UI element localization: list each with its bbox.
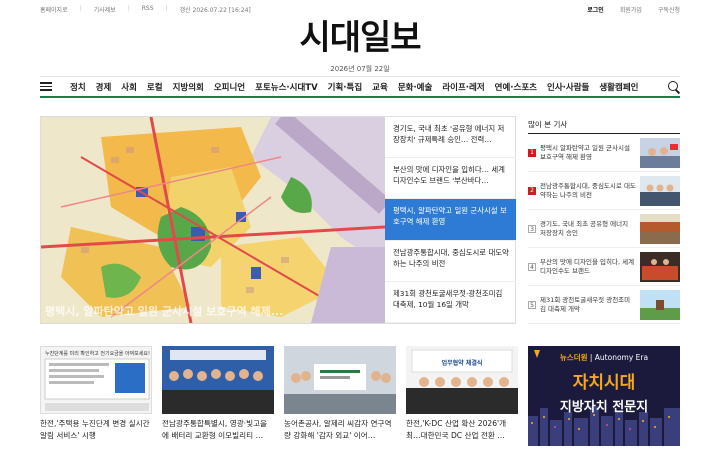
nav-item-entertainment[interactable]: 연예·스포츠 bbox=[495, 81, 537, 93]
utility-links: 홈페이지로 | 기사제보 | RSS | 갱신 2026.07.22 [16:2… bbox=[40, 5, 251, 14]
rank-number: 3 bbox=[528, 224, 536, 233]
headline-item[interactable]: 제31회 광천토굴새우젓·광천조미김 대축제, 10월 16일 개막 bbox=[385, 282, 516, 323]
news-card[interactable]: 농어촌공사, 알제리 씨감자 연구역량 강화해 '감자 외교' 이어… bbox=[284, 346, 396, 442]
nav-item-life[interactable]: 라이프·레저 bbox=[442, 81, 484, 93]
ranked-article-thumbnail bbox=[640, 251, 680, 282]
urban-plan-map bbox=[41, 117, 385, 323]
nav-item-society[interactable]: 사회 bbox=[121, 81, 137, 93]
headline-slider: 평택시, 알파탄약고 일원 군사시설 보호구역 해제... 경기도, 국내 최초… bbox=[40, 116, 516, 324]
nav-item-photo-tv[interactable]: 포토뉴스·시대TV bbox=[255, 81, 318, 93]
ranked-article[interactable]: 2 전남광주통합시대, 중심도시로 대도약하는 나주의 비전 bbox=[528, 172, 680, 210]
rank-number: 5 bbox=[528, 300, 536, 309]
headline-item-active[interactable]: 평택시, 알파탄약고 일원 군사시설 보호구역 해제 환영 bbox=[385, 199, 516, 241]
ranked-article-title: 전남광주통합시대, 중심도시로 대도약하는 나주의 비전 bbox=[540, 181, 636, 199]
news-card-title: 한전,'주택용 누진단계 변경 실시간 알림 서비스' 시행 bbox=[40, 419, 150, 440]
nav-item-people[interactable]: 인사·사람들 bbox=[547, 81, 589, 93]
ranked-article-title: 제31회 광천토굴새우젓 광천조미김 대축제 개막 bbox=[540, 295, 631, 313]
ranked-article-thumbnail bbox=[640, 175, 680, 206]
nav-item-politics[interactable]: 정치 bbox=[70, 81, 86, 93]
main-nav: 정치 경제 사회 로컬 지방의회 오피니언 포토뉴스·시대TV 기획·특집 교육… bbox=[40, 76, 680, 98]
signup-link[interactable]: 회원가입 bbox=[620, 5, 642, 14]
issue-date: 2026년 07월 22일 bbox=[330, 65, 390, 73]
ranked-article[interactable]: 5 제31회 광천토굴새우젓 광천조미김 대축제 개막 bbox=[528, 286, 680, 324]
headline-item[interactable]: 전남광주통합시대, 중심도시로 대도약하는 나주의 비전 bbox=[385, 241, 516, 282]
utility-link-report[interactable]: 기사제보 bbox=[94, 5, 116, 14]
utility-link-rss[interactable]: RSS bbox=[142, 5, 154, 14]
updated-timestamp: 갱신 2026.07.22 [16:24] bbox=[179, 7, 251, 14]
nav-item-opinion[interactable]: 오피니언 bbox=[214, 81, 245, 93]
news-card-thumbnail bbox=[162, 346, 274, 414]
headline-list: 경기도, 국내 최초 '공유형 에너지 저장장치' 규제특례 승인… 전력… 부… bbox=[385, 117, 516, 323]
news-card[interactable]: 누진단계를 미리 확인하고 전기요금을 아껴보세요! 한전,'주택용 누진단계 … bbox=[40, 346, 152, 442]
nav-item-features[interactable]: 기획·특집 bbox=[328, 81, 363, 93]
ranked-article-thumbnail bbox=[640, 137, 680, 168]
banner-headline: 자치시대 bbox=[572, 373, 636, 393]
ranked-article-title: 부산의 맛에 디자인을 입히다, 세계디자인수도 브랜드 bbox=[540, 257, 635, 275]
ad-banner[interactable]: 뉴스더원 | Autonomy Era 자치시대 지방자치 전문지 bbox=[528, 346, 680, 446]
ranked-article-title: 경기도, 국내 최초 공유형 에너지 저장장치 승인 bbox=[540, 219, 629, 237]
ranked-article-thumbnail bbox=[640, 289, 680, 320]
ranked-article-title: 평택시 알파탄약고 일원 군사시설 보호구역 해제 환영 bbox=[540, 143, 630, 161]
news-card-title: 한전,'K-DC 산업 확산 2026'개최…대한민국 DC 산업 전환 … bbox=[406, 419, 507, 440]
news-card[interactable]: 업무협약 체결식 한전,'K-DC 산업 확산 2026'개최…대한민국 DC … bbox=[406, 346, 518, 442]
rank-number: 1 bbox=[528, 148, 536, 157]
banner-subheadline: 지방자치 전문지 bbox=[559, 400, 649, 415]
ranked-article[interactable]: 4 부산의 맛에 디자인을 입히다, 세계디자인수도 브랜드 bbox=[528, 248, 680, 286]
nav-item-campaign[interactable]: 생활캠페인 bbox=[599, 81, 638, 93]
ranked-article[interactable]: 3 경기도, 국내 최초 공유형 에너지 저장장치 승인 bbox=[528, 210, 680, 248]
nav-item-council[interactable]: 지방의회 bbox=[173, 81, 204, 93]
ranked-article-thumbnail bbox=[640, 213, 680, 244]
top-utility-bar: 홈페이지로 | 기사제보 | RSS | 갱신 2026.07.22 [16:2… bbox=[0, 0, 720, 16]
account-links: 로그인 회원가입 구독신청 bbox=[587, 5, 680, 14]
most-viewed-title: 많이 본 기사 bbox=[528, 116, 680, 134]
nav-items: 정치 경제 사회 로컬 지방의회 오피니언 포토뉴스·시대TV 기획·특집 교육… bbox=[70, 81, 668, 93]
nav-item-economy[interactable]: 경제 bbox=[96, 81, 112, 93]
news-card-thumbnail bbox=[284, 346, 396, 414]
news-card-title: 전남광주통합특별시, 영광·빛고을에 배터리 교환형 이모빌리티 … bbox=[162, 419, 268, 440]
menu-icon[interactable] bbox=[40, 82, 52, 91]
nav-item-culture[interactable]: 문화·예술 bbox=[398, 81, 433, 93]
hero-map-image[interactable]: 평택시, 알파탄약고 일원 군사시설 보호구역 해제... bbox=[41, 117, 385, 323]
news-card-title: 농어촌공사, 알제리 씨감자 연구역량 강화해 '감자 외교' 이어… bbox=[284, 419, 392, 440]
rank-number: 2 bbox=[528, 186, 536, 195]
news-card-thumbnail: 업무협약 체결식 bbox=[406, 346, 518, 414]
login-link[interactable]: 로그인 bbox=[587, 5, 604, 14]
nav-item-education[interactable]: 교육 bbox=[372, 81, 388, 93]
nav-item-local[interactable]: 로컬 bbox=[147, 81, 163, 93]
news-card[interactable]: 전남광주통합특별시, 영광·빛고을에 배터리 교환형 이모빌리티 … bbox=[162, 346, 274, 442]
headline-item[interactable]: 부산의 맛에 디자인을 입히다… 세계디자인수도 브랜드 '부산바다… bbox=[385, 158, 516, 200]
hero-caption: 평택시, 알파탄약고 일원 군사시설 보호구역 해제... bbox=[45, 305, 284, 318]
headline-item[interactable]: 경기도, 국내 최초 '공유형 에너지 저장장치' 규제특례 승인… 전력… bbox=[385, 117, 516, 159]
news-card-thumbnail: 누진단계를 미리 확인하고 전기요금을 아껴보세요! bbox=[40, 346, 152, 414]
ranked-article[interactable]: 1 평택시 알파탄약고 일원 군사시설 보호구역 해제 환영 bbox=[528, 134, 680, 172]
banner-tagline: Autonomy Era bbox=[594, 353, 649, 362]
rank-number: 4 bbox=[528, 262, 536, 271]
most-viewed-panel: 많이 본 기사 1 평택시 알파탄약고 일원 군사시설 보호구역 해제 환영 2… bbox=[528, 116, 680, 324]
subscribe-link[interactable]: 구독신청 bbox=[658, 5, 680, 14]
site-logo[interactable]: 시대일보 bbox=[0, 16, 720, 60]
banner-brand: 뉴스더원 bbox=[559, 353, 588, 362]
search-icon[interactable] bbox=[668, 80, 680, 93]
utility-link-home[interactable]: 홈페이지로 bbox=[40, 5, 68, 14]
masthead: 시대일보 bbox=[0, 16, 720, 60]
